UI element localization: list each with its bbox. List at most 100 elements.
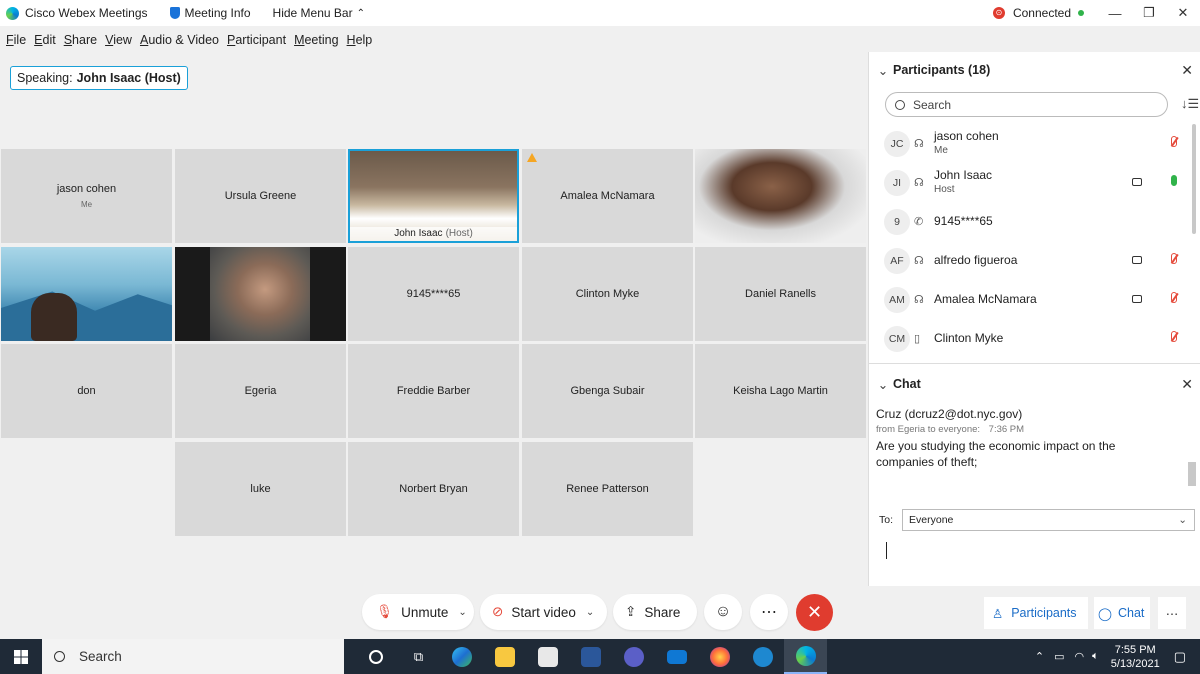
end-meeting-button[interactable]: ✕ [796, 594, 833, 631]
speaking-name: John Isaac (Host) [76, 71, 181, 85]
to-label: To: [879, 514, 894, 526]
participant-scrollbar[interactable] [1192, 124, 1196, 234]
close-participants-button[interactable]: ✕ [1181, 62, 1193, 79]
taskbar-search[interactable]: Search [42, 639, 344, 674]
video-tile[interactable]: Renee Patterson [522, 442, 693, 536]
menu-meeting[interactable]: Meeting [294, 33, 338, 47]
word-app[interactable] [569, 639, 612, 674]
task-view-button[interactable]: ⧉ [397, 639, 440, 674]
app-button[interactable] [612, 639, 655, 674]
mic-muted-icon[interactable] [1171, 292, 1177, 303]
mic-active-icon[interactable] [1171, 175, 1177, 186]
firefox-app[interactable] [698, 639, 741, 674]
video-tile[interactable]: luke [175, 442, 346, 536]
phone-icon: ✆ [914, 216, 924, 228]
participant-row[interactable]: JI ☊ John Isaac Host [869, 163, 1200, 202]
share-button[interactable]: ⇪ Share [613, 594, 697, 630]
participants-toggle-button[interactable]: ♙ Participants [984, 597, 1088, 629]
cortana-button[interactable] [354, 639, 397, 674]
participant-search-input[interactable]: Search [885, 92, 1168, 117]
file-explorer-app[interactable] [483, 639, 526, 674]
volume-icon[interactable]: 🔈︎ [1092, 650, 1099, 663]
start-video-button[interactable]: ⊘ Start video ⌄ [480, 594, 607, 630]
video-tile-host[interactable]: John Isaac (Host) [348, 149, 519, 243]
mic-muted-icon[interactable] [1171, 331, 1177, 342]
task-view-icon: ⧉ [413, 648, 424, 664]
camera-icon [1132, 178, 1142, 186]
more-options-button[interactable]: ⋯ [750, 594, 788, 630]
menu-help[interactable]: Help [347, 33, 373, 47]
chat-toggle-button[interactable]: ◯ Chat [1094, 597, 1150, 629]
chevron-down-icon[interactable]: ⌄ [458, 607, 466, 618]
participant-face [210, 247, 310, 341]
wifi-icon[interactable]: ◠ [1075, 650, 1085, 663]
webex-app[interactable] [784, 639, 827, 674]
minimize-button[interactable]: — [1098, 6, 1132, 21]
participant-row[interactable]: CM ▯ Clinton Myke [869, 319, 1200, 358]
close-window-button[interactable]: ✕ [1166, 5, 1200, 21]
video-tile[interactable]: Amalea McNamara [522, 149, 693, 243]
meeting-info-button[interactable]: Meeting Info [169, 6, 251, 20]
app-name: Cisco Webex Meetings [25, 6, 148, 20]
mic-muted-icon[interactable] [1171, 136, 1177, 147]
chevron-up-icon[interactable]: ⌃ [1035, 650, 1044, 663]
close-chat-button[interactable]: ✕ [1181, 376, 1193, 393]
chat-scrollbar[interactable] [1188, 462, 1196, 486]
menu-edit[interactable]: Edit [34, 33, 56, 47]
video-tile-participant-video[interactable] [175, 247, 346, 341]
edge-app[interactable] [440, 639, 483, 674]
collapse-chevron-icon[interactable]: ⌄ [873, 377, 893, 392]
participant-row[interactable]: AF ☊ alfredo figueroa [869, 241, 1200, 280]
video-tile[interactable]: 9145****65 [348, 247, 519, 341]
participant-row[interactable]: AM ☊ Amalea McNamara [869, 280, 1200, 319]
webex-icon [795, 645, 816, 666]
search-icon [895, 99, 905, 110]
store-app[interactable] [526, 639, 569, 674]
avatar: CM [884, 325, 910, 352]
video-tile[interactable]: Daniel Ranells [695, 247, 866, 341]
mic-muted-icon[interactable] [1171, 253, 1177, 264]
clock[interactable]: 7:55 PM 5/13/2021 [1111, 643, 1160, 671]
video-tile[interactable]: jason cohen Me [1, 149, 172, 243]
title-bar: Cisco Webex Meetings Meeting Info Hide M… [0, 0, 1200, 26]
video-tile[interactable]: Keisha Lago Martin [695, 344, 866, 438]
participant-name: jason cohen [934, 129, 999, 143]
restore-button[interactable]: ❐ [1132, 5, 1166, 21]
menu-view[interactable]: View [105, 33, 132, 47]
participant-row[interactable]: 9 ✆ 9145****65 [869, 202, 1200, 241]
video-tile-participant-video[interactable] [1, 247, 172, 341]
video-tile[interactable]: Gbenga Subair [522, 344, 693, 438]
participant-row[interactable]: JC ☊ jason cohen Me [869, 124, 1200, 163]
app-title: Cisco Webex Meetings [0, 6, 148, 20]
sort-icon[interactable]: ↓☰ [1181, 96, 1199, 112]
menu-file[interactable]: File [6, 33, 26, 47]
menu-participant[interactable]: Participant [227, 33, 286, 47]
recipient-select[interactable]: Everyone ⌄ [902, 509, 1196, 531]
unmute-button[interactable]: 🎙︎ Unmute ⌄ [362, 594, 474, 630]
camera-icon [1132, 256, 1142, 264]
menu-share[interactable]: Share [64, 33, 97, 47]
menu-audio-video[interactable]: Audio & Video [140, 33, 219, 47]
chat-input[interactable] [879, 539, 1179, 569]
video-tile[interactable]: Ursula Greene [175, 149, 346, 243]
chevron-down-icon[interactable]: ⌄ [586, 607, 594, 618]
reactions-button[interactable]: ☺ [704, 594, 742, 630]
collapse-chevron-icon[interactable]: ⌄ [873, 63, 893, 78]
mobile-icon: ▯ [914, 333, 921, 345]
battery-icon[interactable]: ▭ [1054, 650, 1064, 663]
video-tile[interactable]: Freddie Barber [348, 344, 519, 438]
video-tile[interactable]: Clinton Myke [522, 247, 693, 341]
ccleaner-app[interactable] [741, 639, 784, 674]
mail-app[interactable] [655, 639, 698, 674]
tile-name: John Isaac [394, 228, 443, 239]
hide-menu-bar-button[interactable]: Hide Menu Bar ⌃ [273, 6, 365, 20]
store-icon [537, 646, 558, 667]
notifications-icon[interactable]: ▢ [1174, 649, 1186, 665]
start-button[interactable] [0, 639, 42, 674]
panel-more-button[interactable]: ⋯ [1158, 597, 1186, 629]
text-cursor [886, 542, 887, 559]
video-tile[interactable]: don [1, 344, 172, 438]
video-tile[interactable]: Egeria [175, 344, 346, 438]
video-tile-participant-video[interactable] [695, 149, 866, 243]
video-tile[interactable]: Norbert Bryan [348, 442, 519, 536]
